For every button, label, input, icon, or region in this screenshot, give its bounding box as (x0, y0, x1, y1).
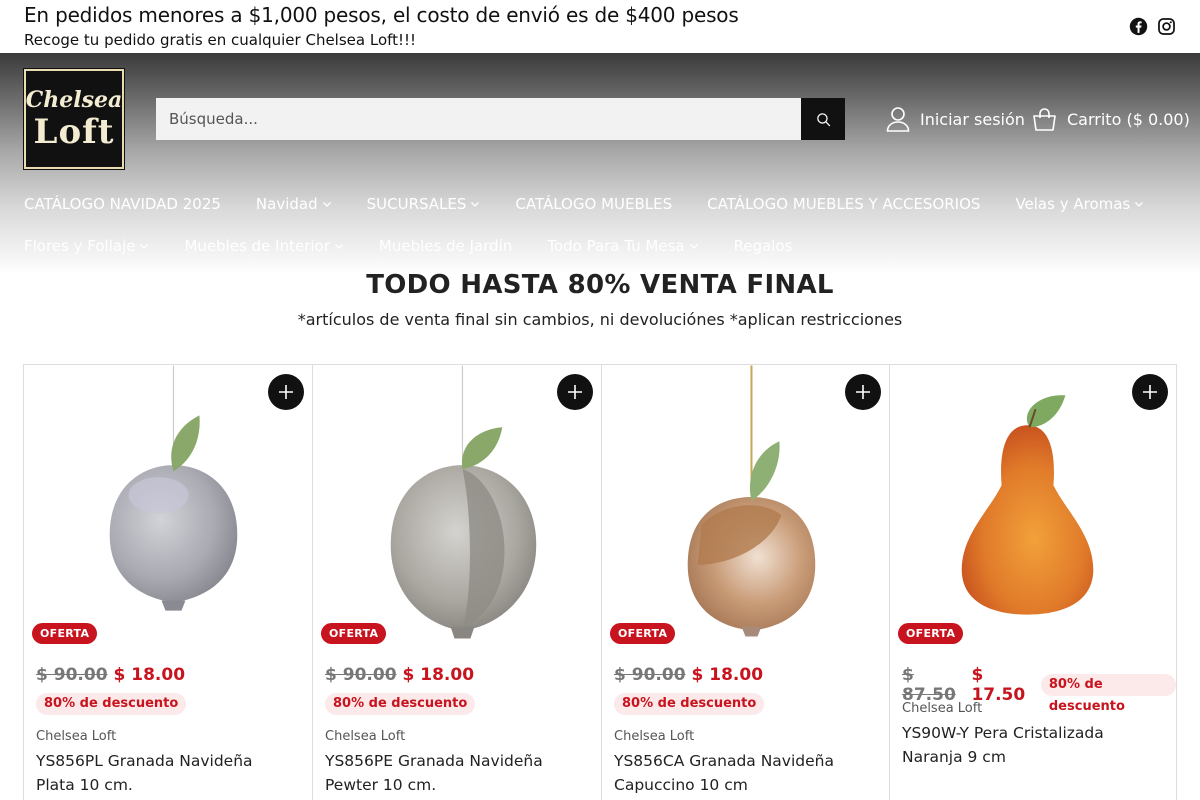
nav-item-muebles-jardin[interactable]: Muebles de Jardín (379, 237, 512, 255)
nav-label: SUCURSALES (366, 195, 467, 213)
product-card[interactable]: OFERTA $ 90.00 $ 18.00 80% de descuento … (313, 365, 602, 800)
shipping-notice: En pedidos menores a $1,000 pesos, el co… (24, 3, 739, 27)
add-to-cart-button[interactable] (268, 374, 304, 410)
add-to-cart-button[interactable] (557, 374, 593, 410)
price-row: $ 87.50 $ 17.50 80% de descuento (902, 665, 1177, 714)
sale-price: $ 17.50 (971, 665, 1026, 705)
price-row: $ 90.00 $ 18.00 (614, 665, 763, 685)
price-row: $ 90.00 $ 18.00 (325, 665, 474, 685)
chevron-down-icon (140, 244, 149, 249)
login-link[interactable]: Iniciar sesión (886, 105, 1025, 133)
facebook-icon[interactable] (1128, 16, 1148, 36)
nav-item-flores-follaje[interactable]: Flores y Follaje (24, 237, 149, 255)
product-vendor: Chelsea Loft (902, 701, 983, 716)
main-nav-row-2: Flores y Follaje Muebles de Interior Mue… (24, 237, 1184, 255)
discount-badge: 80% de descuento (325, 693, 476, 715)
nav-label: Velas y Aromas (1015, 195, 1131, 213)
nav-label: Muebles de Jardín (378, 237, 513, 255)
product-image-silver-pomegranate[interactable] (24, 365, 312, 650)
product-vendor: Chelsea Loft (325, 729, 406, 744)
nav-label: Flores y Follaje (24, 237, 136, 255)
search-bar (156, 98, 845, 140)
nav-label: Todo Para Tu Mesa (547, 237, 685, 255)
sale-badge: OFERTA (898, 623, 964, 644)
cart-label: Carrito ($ 0.00) (1067, 109, 1190, 129)
sale-price: $ 18.00 (691, 665, 764, 685)
instagram-icon[interactable] (1156, 16, 1176, 36)
user-icon (886, 107, 910, 132)
logo-text-top: Chelsea (25, 87, 123, 113)
product-card[interactable]: OFERTA $ 90.00 $ 18.00 80% de descuento … (602, 365, 890, 800)
add-to-cart-button[interactable] (1132, 374, 1168, 410)
nav-item-velas-aromas[interactable]: Velas y Aromas (1015, 195, 1144, 213)
chelsea-loft-logo[interactable]: Chelsea Loft (23, 68, 125, 170)
original-price: $ 90.00 (36, 665, 108, 685)
product-name[interactable]: YS856CA Granada Navideña Capuccino 10 cm (614, 749, 874, 797)
nav-label: Navidad (255, 195, 318, 213)
nav-label: CATÁLOGO MUEBLES (515, 195, 673, 213)
product-vendor: Chelsea Loft (614, 729, 695, 744)
logo-text-bottom: Loft (33, 112, 115, 152)
site-header: Chelsea Loft Iniciar sesión Carrito ($ 0… (0, 53, 1200, 275)
product-image-orange-pear[interactable] (890, 365, 1176, 650)
nav-item-navidad[interactable]: Navidad (256, 195, 332, 213)
nav-label: CATÁLOGO MUEBLES Y ACCESORIOS (707, 195, 981, 213)
cart-icon (1033, 107, 1056, 131)
product-card[interactable]: OFERTA $ 87.50 $ 17.50 80% de descuento … (890, 365, 1177, 800)
sale-price: $ 18.00 (402, 665, 475, 685)
original-price: $ 90.00 (614, 665, 686, 685)
nav-label: Muebles de Interior (184, 237, 330, 255)
chevron-down-icon (334, 244, 343, 249)
discount-badge: 80% de descuento (1040, 674, 1177, 714)
nav-label: Regalos (733, 237, 793, 255)
nav-item-catalogo-muebles[interactable]: CATÁLOGO MUEBLES (515, 195, 672, 213)
price-row: $ 90.00 $ 18.00 (36, 665, 185, 685)
cart-link[interactable]: Carrito ($ 0.00) (1032, 105, 1190, 133)
nav-item-catalogo-muebles-accesorios[interactable]: CATÁLOGO MUEBLES Y ACCESORIOS (707, 195, 980, 213)
product-vendor: Chelsea Loft (36, 729, 117, 744)
announcement-bar: En pedidos menores a $1,000 pesos, el co… (0, 0, 1200, 53)
product-card[interactable]: OFERTA $ 90.00 $ 18.00 80% de descuento … (24, 365, 313, 800)
product-image-pewter-pomegranate[interactable] (313, 365, 601, 650)
nav-label: CATÁLOGO NAVIDAD 2025 (24, 195, 221, 213)
product-name[interactable]: YS856PL Granada Navideña Plata 10 cm. (36, 749, 296, 797)
plus-icon (279, 385, 293, 399)
chevron-down-icon (1135, 202, 1144, 207)
add-to-cart-button[interactable] (845, 374, 881, 410)
page-title: TODO HASTA 80% VENTA FINAL (366, 270, 834, 300)
search-button[interactable] (801, 98, 845, 140)
chevron-down-icon (471, 202, 480, 207)
plus-icon (1143, 385, 1157, 399)
nav-item-todo-para-tu-mesa[interactable]: Todo Para Tu Mesa (547, 237, 698, 255)
login-label: Iniciar sesión (920, 109, 1025, 129)
sale-badge: OFERTA (32, 623, 98, 644)
nav-item-muebles-interior[interactable]: Muebles de Interior (184, 237, 343, 255)
chevron-down-icon (322, 202, 331, 207)
nav-item-sucursales[interactable]: SUCURSALES (367, 195, 481, 213)
original-price: $ 87.50 (902, 665, 956, 705)
original-price: $ 90.00 (325, 665, 397, 685)
discount-badge: 80% de descuento (614, 693, 765, 715)
page-subtitle: *artículos de venta final sin cambios, n… (297, 310, 903, 329)
main-nav-row-1: CATÁLOGO NAVIDAD 2025 Navidad SUCURSALES… (24, 195, 1184, 213)
sale-badge: OFERTA (610, 623, 676, 644)
search-icon (816, 112, 830, 126)
pickup-notice: Recoge tu pedido gratis en cualquier Che… (24, 31, 417, 49)
product-name[interactable]: YS90W-Y Pera Cristalizada Naranja 9 cm (902, 721, 1162, 769)
search-input[interactable] (156, 98, 801, 140)
product-image-capuccino-pomegranate[interactable] (602, 365, 889, 650)
product-name[interactable]: YS856PE Granada Navideña Pewter 10 cm. (325, 749, 585, 797)
sale-price: $ 18.00 (113, 665, 186, 685)
product-grid: OFERTA $ 90.00 $ 18.00 80% de descuento … (23, 364, 1177, 800)
nav-item-regalos[interactable]: Regalos (734, 237, 793, 255)
plus-icon (568, 385, 582, 399)
discount-badge: 80% de descuento (36, 693, 187, 715)
nav-item-catalogo-navidad[interactable]: CATÁLOGO NAVIDAD 2025 (24, 195, 221, 213)
chevron-down-icon (689, 244, 698, 249)
sale-badge: OFERTA (321, 623, 387, 644)
plus-icon (856, 385, 870, 399)
